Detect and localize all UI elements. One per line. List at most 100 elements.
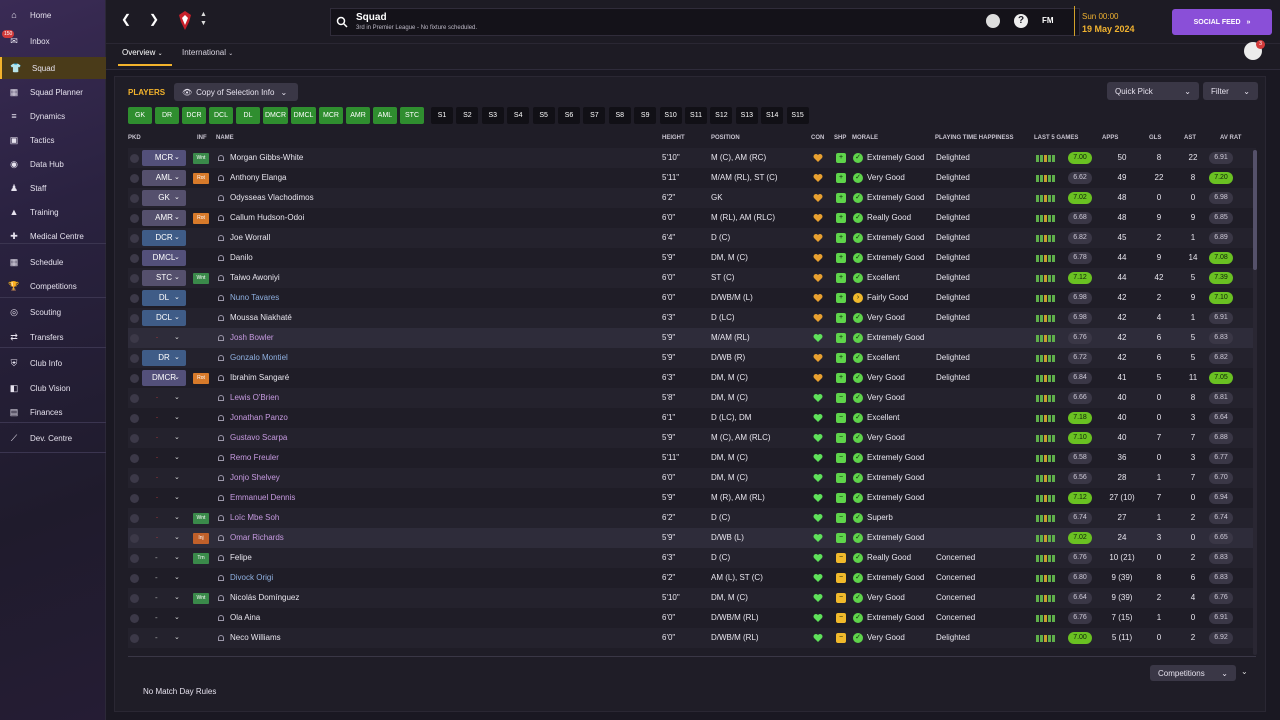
position-pick-dash[interactable]: - bbox=[155, 568, 158, 588]
filter-button[interactable]: Filter ⌄ bbox=[1203, 82, 1258, 100]
player-name[interactable]: Anthony Elanga bbox=[230, 168, 287, 188]
player-name[interactable]: Moussa Niakhaté bbox=[230, 308, 292, 328]
table-row[interactable]: - ⌄ Trn Felipe 6'3" D (C) − ✓ Really Good Concern… bbox=[128, 548, 1256, 568]
date-time[interactable]: Sun 00:00 bbox=[1082, 12, 1118, 21]
player-name[interactable]: Neco Williams bbox=[230, 628, 281, 648]
select-radio[interactable] bbox=[130, 314, 139, 323]
sidebar-item-data-hub[interactable]: ◉ Data Hub bbox=[0, 153, 106, 175]
select-radio[interactable] bbox=[130, 354, 139, 363]
chevron-down-icon[interactable]: ⌄ bbox=[174, 308, 180, 328]
chevron-down-icon[interactable]: ⌄ bbox=[174, 448, 180, 468]
sub-button-s12[interactable]: S12 bbox=[710, 107, 733, 124]
position-pick-dash[interactable]: - bbox=[155, 608, 158, 628]
ball-icon[interactable] bbox=[986, 14, 1000, 28]
chevron-down-icon[interactable]: ⌄ bbox=[174, 608, 180, 628]
table-row[interactable]: DCL ⌄ Moussa Niakhaté 6'3" D (LC) + ✓ Very Good… bbox=[128, 308, 1256, 328]
quick-pick-button[interactable]: Quick Pick ⌄ bbox=[1107, 82, 1199, 100]
sidebar-item-tactics[interactable]: ▣ Tactics bbox=[0, 129, 106, 151]
tab-international[interactable]: International ⌄ bbox=[182, 48, 233, 57]
sub-button-s11[interactable]: S11 bbox=[685, 107, 707, 124]
sidebar-item-inbox[interactable]: ✉ Inbox bbox=[0, 30, 106, 52]
sub-button-s7[interactable]: S7 bbox=[583, 107, 606, 124]
chevron-down-icon[interactable]: ⌄ bbox=[174, 548, 180, 568]
chevron-down-icon[interactable]: ⌄ bbox=[174, 368, 180, 388]
col-inf[interactable]: INF bbox=[197, 135, 207, 141]
table-row[interactable]: MCR ⌄ Wnt Morgan Gibbs-White 5'10" M (C), AM … bbox=[128, 148, 1256, 168]
table-row[interactable]: - ⌄ Wnt Loïc Mbe Soh 6'2" D (C) − ✓ Superb 6.74 27… bbox=[128, 508, 1256, 528]
select-radio[interactable] bbox=[130, 414, 139, 423]
formation-button-dmcl[interactable]: DMCL bbox=[291, 107, 316, 124]
table-row[interactable]: - ⌄ Wnt Nicolás Domínguez 5'10" DM, M (C) − ✓ Ve… bbox=[128, 588, 1256, 608]
sidebar-item-training[interactable]: ▲ Training bbox=[0, 201, 106, 223]
table-row[interactable]: - ⌄ Emmanuel Dennis 5'9" M (R), AM (RL) − ✓ Ext… bbox=[128, 488, 1256, 508]
fm-logo[interactable]: FM bbox=[1042, 16, 1054, 25]
select-radio[interactable] bbox=[130, 614, 139, 623]
sub-button-s2[interactable]: S2 bbox=[456, 107, 479, 124]
select-radio[interactable] bbox=[130, 634, 139, 643]
sidebar-item-home[interactable]: ⌂ Home bbox=[0, 4, 106, 26]
social-feed-button[interactable]: SOCIAL FEED » bbox=[1172, 9, 1272, 35]
table-row[interactable]: - ⌄ Josh Bowler 5'9" M/AM (RL) + ✓ Extremely Go… bbox=[128, 328, 1256, 348]
info-badge[interactable]: Wnt bbox=[193, 593, 209, 604]
chevron-down-icon[interactable]: ⌄ bbox=[174, 268, 180, 288]
table-row[interactable]: - ⌄ Jonjo Shelvey 6'0" DM, M (C) − ✓ Extremely … bbox=[128, 468, 1256, 488]
select-radio[interactable] bbox=[130, 174, 139, 183]
help-icon[interactable]: ? bbox=[1014, 14, 1028, 28]
sub-button-s9[interactable]: S9 bbox=[634, 107, 657, 124]
col-morale[interactable]: MORALE bbox=[852, 135, 878, 141]
col-position[interactable]: POSITION bbox=[711, 135, 740, 141]
chevron-down-icon[interactable]: ⌄ bbox=[174, 228, 180, 248]
table-scrollbar[interactable] bbox=[1253, 150, 1257, 655]
sidebar-item-staff[interactable]: ♟ Staff bbox=[0, 177, 106, 199]
select-radio[interactable] bbox=[130, 194, 139, 203]
sub-button-s8[interactable]: S8 bbox=[608, 107, 631, 124]
back-arrow-icon[interactable]: ❮ bbox=[118, 12, 134, 30]
formation-button-stc[interactable]: STC bbox=[400, 107, 424, 124]
table-row[interactable]: AMR ⌄ Rot Callum Hudson-Odoi 6'0" M (RL), AM … bbox=[128, 208, 1256, 228]
select-radio[interactable] bbox=[130, 234, 139, 243]
info-badge[interactable]: Rot bbox=[193, 373, 209, 384]
col-playing-time-happiness[interactable]: PLAYING TIME HAPPINESS bbox=[935, 135, 1013, 141]
table-row[interactable]: AML ⌄ Rot Anthony Elanga 5'11" M/AM (RL), ST … bbox=[128, 168, 1256, 188]
chevron-down-icon[interactable]: ⌄ bbox=[174, 528, 180, 548]
table-row[interactable]: - ⌄ Inj Omar Richards 5'9" D/WB (L) − ✓ Extremel… bbox=[128, 528, 1256, 548]
chevron-down-icon[interactable]: ⌄ bbox=[174, 488, 180, 508]
formation-button-mcr[interactable]: MCR bbox=[319, 107, 343, 124]
tab-overview[interactable]: Overview ⌄ bbox=[122, 48, 163, 57]
select-radio[interactable] bbox=[130, 374, 139, 383]
player-name[interactable]: Callum Hudson-Odoi bbox=[230, 208, 304, 228]
chevron-down-icon[interactable]: ⌄ bbox=[174, 388, 180, 408]
chevron-down-icon[interactable]: ⌄ bbox=[174, 568, 180, 588]
table-row[interactable]: - ⌄ Gustavo Scarpa 5'9" M (C), AM (RLC) − ✓ Ver… bbox=[128, 428, 1256, 448]
info-badge[interactable]: Rot bbox=[193, 213, 209, 224]
sidebar-item-transfers[interactable]: ⇄ Transfers bbox=[0, 326, 106, 348]
table-row[interactable]: - ⌄ Neco Williams 6'0" D/WB/M (RL) − ✓ Very Goo… bbox=[128, 628, 1256, 648]
player-name[interactable]: Joe Worrall bbox=[230, 228, 270, 248]
forward-arrow-icon[interactable]: ❯ bbox=[146, 12, 162, 30]
table-row[interactable]: STC ⌄ Wnt Taiwo Awoniyi 6'0" ST (C) + ✓ Excellen… bbox=[128, 268, 1256, 288]
col-apps[interactable]: APPS bbox=[1102, 135, 1118, 141]
table-row[interactable]: DCR ⌄ Joe Worrall 6'4" D (C) + ✓ Extremely Good… bbox=[128, 228, 1256, 248]
player-name[interactable]: Felipe bbox=[230, 548, 252, 568]
select-radio[interactable] bbox=[130, 254, 139, 263]
chevron-down-icon[interactable]: ⌄ bbox=[174, 408, 180, 428]
club-crest-icon[interactable] bbox=[178, 10, 192, 32]
chevron-down-icon[interactable]: ⌄ bbox=[174, 288, 180, 308]
sidebar-item-club-vision[interactable]: ◧ Club Vision bbox=[0, 377, 106, 399]
table-row[interactable]: DR ⌄ Gonzalo Montiel 5'9" D/WB (R) + ✓ Excellen… bbox=[128, 348, 1256, 368]
player-name[interactable]: Josh Bowler bbox=[230, 328, 274, 348]
select-radio[interactable] bbox=[130, 214, 139, 223]
player-name[interactable]: Remo Freuler bbox=[230, 448, 279, 468]
table-row[interactable]: - ⌄ Remo Freuler 5'11" DM, M (C) − ✓ Extremely … bbox=[128, 448, 1256, 468]
sub-button-s15[interactable]: S15 bbox=[786, 107, 809, 124]
formation-button-aml[interactable]: AML bbox=[373, 107, 397, 124]
select-radio[interactable] bbox=[130, 554, 139, 563]
table-row[interactable]: DL ⌄ Nuno Tavares 6'0" D/WB/M (L) + › Fairly Go… bbox=[128, 288, 1256, 308]
select-radio[interactable] bbox=[130, 514, 139, 523]
player-name[interactable]: Omar Richards bbox=[230, 528, 284, 548]
info-badge[interactable]: Wnt bbox=[193, 513, 209, 524]
chevron-down-icon[interactable]: ⌄ bbox=[174, 628, 180, 648]
select-radio[interactable] bbox=[130, 294, 139, 303]
competitions-dropdown[interactable]: Competitions ⌄ bbox=[1150, 665, 1236, 681]
player-name[interactable]: Jonjo Shelvey bbox=[230, 468, 280, 488]
